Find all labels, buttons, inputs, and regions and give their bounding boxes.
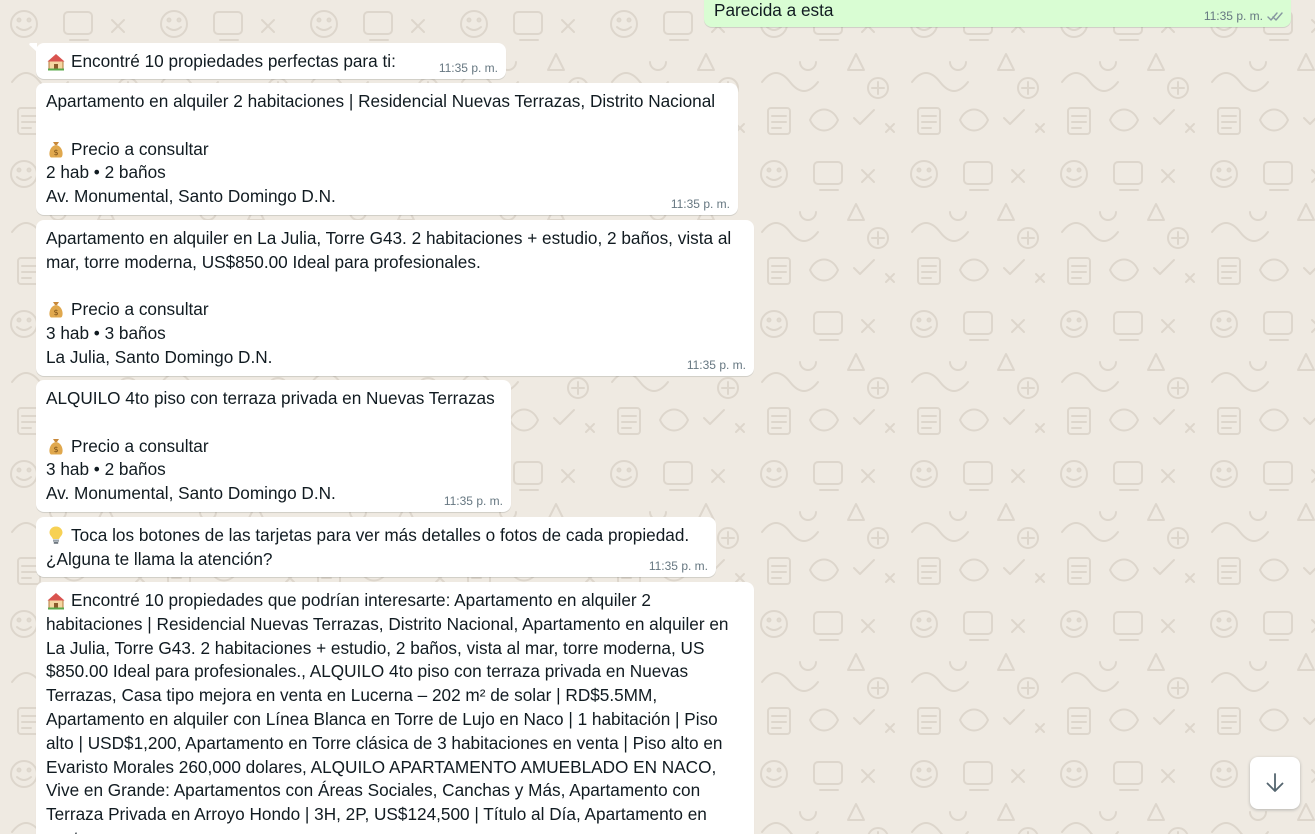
incoming-message[interactable]: Encontré 10 propiedades perfectas para t…	[29, 43, 506, 79]
message-time: 11:35 p. m.	[1203, 9, 1263, 23]
incoming-message[interactable]: Apartamento en alquiler en La Julia, Tor…	[36, 220, 754, 376]
message-text-content: Toca los botones de las tarjetas para ve…	[46, 525, 690, 569]
message-time: 11:35 p. m.	[438, 61, 498, 75]
message-text: ALQUILO 4to piso con terraza privada en …	[46, 387, 501, 506]
svg-text:$: $	[53, 148, 58, 157]
listing-details: Precio a consultar 3 hab • 3 baños La Ju…	[46, 299, 273, 367]
money-bag-emoji: $	[49, 302, 63, 318]
arrow-down-icon	[1266, 773, 1284, 792]
message-text-content: Encontré 10 propiedades perfectas para t…	[71, 51, 396, 71]
message-meta: 11:35 p. m.	[439, 61, 498, 75]
message-text: Toca los botones de las tarjetas para ve…	[46, 524, 706, 572]
money-bag-emoji: $	[49, 438, 63, 455]
message-text: Encontré 10 propiedades perfectas para t…	[46, 50, 496, 74]
money-bag-emoji: $	[49, 141, 63, 158]
message-text: Apartamento en alquiler 2 habitaciones |…	[46, 90, 728, 209]
light-bulb-emoji	[49, 526, 63, 544]
incoming-message[interactable]: ALQUILO 4to piso con terraza privada en …	[36, 380, 511, 512]
svg-text:$: $	[53, 445, 58, 454]
message-meta: 11:35 p. m.	[1204, 9, 1283, 23]
listing-title: Apartamento en alquiler 2 habitaciones |…	[46, 91, 716, 111]
message-time: 11:35 p. m.	[443, 494, 503, 508]
outgoing-message[interactable]: Parecida a esta 11:35 p. m.	[704, 0, 1291, 27]
listing-title: ALQUILO 4to piso con terraza privada en …	[46, 388, 495, 408]
double-check-icon	[1267, 11, 1283, 22]
svg-text:$: $	[53, 308, 58, 317]
message-meta: 11:35 p. m.	[671, 197, 730, 211]
listing-details: Precio a consultar 3 hab • 2 baños Av. M…	[46, 435, 336, 504]
message-meta: 11:35 p. m.	[444, 494, 503, 508]
listing-details: Precio a consultar 2 hab • 2 baños Av. M…	[46, 138, 336, 207]
message-text-content: Encontré 10 propiedades que podrían inte…	[46, 590, 729, 834]
message-time: 11:35 p. m.	[648, 559, 708, 573]
bubble-tail	[29, 43, 37, 52]
listing-title: Apartamento en alquiler en La Julia, Tor…	[46, 228, 732, 272]
incoming-message[interactable]: Toca los botones de las tarjetas para ve…	[36, 517, 716, 577]
message-time: 11:35 p. m.	[686, 358, 746, 372]
message-text: Apartamento en alquiler en La Julia, Tor…	[46, 227, 744, 370]
house-with-garden-emoji	[47, 593, 65, 610]
incoming-message[interactable]: Encontré 10 propiedades que podrían inte…	[36, 582, 754, 834]
message-time: 11:35 p. m.	[670, 197, 730, 211]
message-meta: 11:35 p. m.	[687, 358, 746, 372]
house-with-garden-emoji	[47, 54, 65, 71]
incoming-message[interactable]: Apartamento en alquiler 2 habitaciones |…	[36, 83, 738, 215]
message-text: Encontré 10 propiedades que podrían inte…	[46, 589, 744, 834]
scroll-to-bottom-button[interactable]	[1250, 757, 1300, 809]
message-text: Parecida a esta	[714, 0, 834, 20]
message-meta: 11:35 p. m.	[649, 559, 708, 573]
